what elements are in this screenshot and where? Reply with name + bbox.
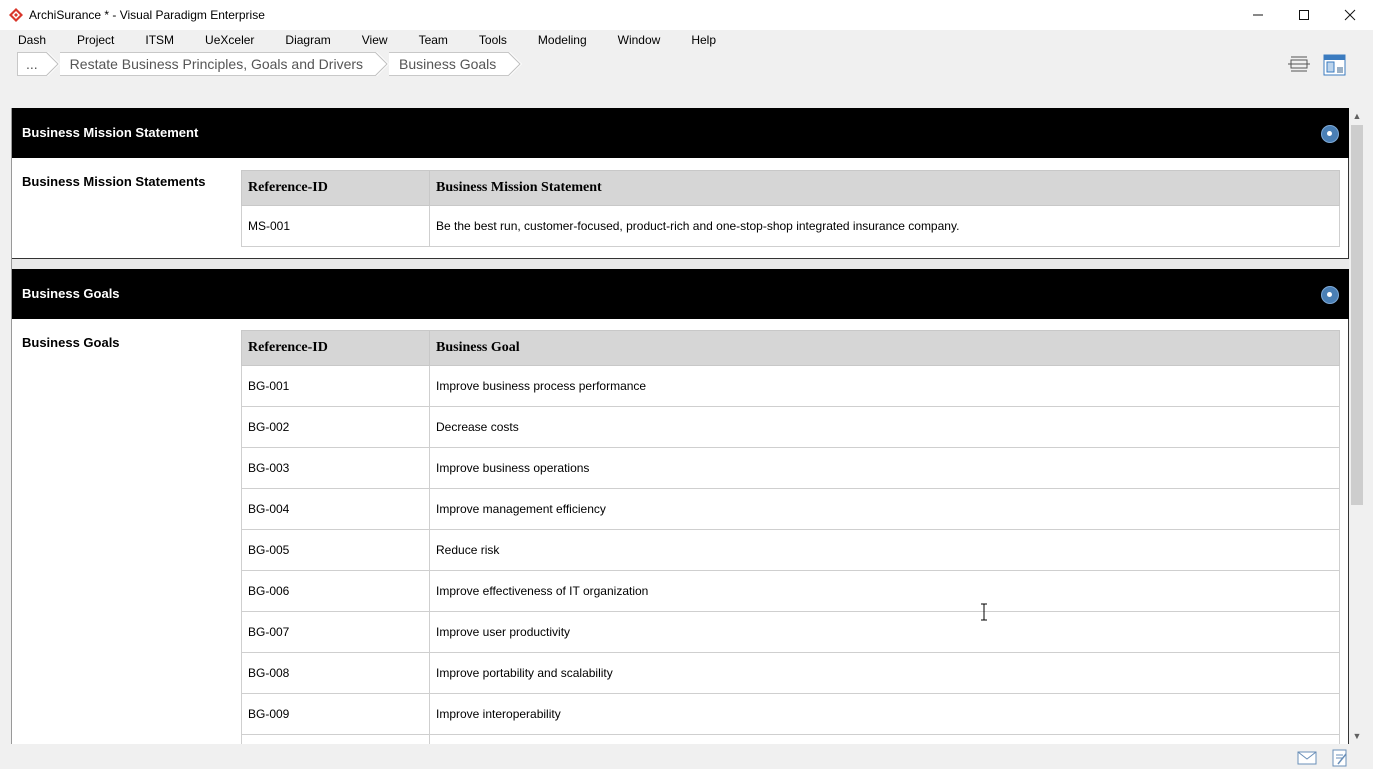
section-title: Business Mission Statement [22,125,199,140]
close-icon [1344,9,1356,21]
status-bar [0,744,1373,769]
menu-view[interactable]: View [345,30,402,51]
table-row[interactable]: BG-005 Reduce risk [241,529,1340,571]
table-header-row: Reference-ID Business Goal [241,330,1340,366]
breadcrumb-restate-business-principles[interactable]: Restate Business Principles, Goals and D… [59,52,374,76]
menu-modeling[interactable]: Modeling [521,30,601,51]
table-row[interactable] [241,734,1340,744]
section-body-mission: Business Mission Statements Reference-ID… [12,158,1349,259]
menu-itsm[interactable]: ITSM [128,30,188,51]
mission-table: Reference-ID Business Mission Statement … [241,170,1340,247]
cell-business-goal[interactable]: Improve interoperability [429,693,1340,735]
breadcrumb-ellipsis[interactable]: ... [17,52,44,76]
table-row[interactable]: BG-004 Improve management efficiency [241,488,1340,530]
section-header-goals: Business Goals [12,269,1350,319]
menu-uexceler[interactable]: UeXceler [188,30,268,51]
cell-business-goal[interactable]: Improve effectiveness of IT organization [429,570,1340,612]
section-header-mission: Business Mission Statement [12,108,1350,158]
scroll-down-arrow-icon[interactable]: ▼ [1349,728,1365,744]
column-header[interactable]: Reference-ID [241,330,430,366]
close-button[interactable] [1327,0,1373,30]
scroll-thumb[interactable] [1351,125,1363,505]
row-label: Business Mission Statements [22,174,206,189]
menu-tools[interactable]: Tools [462,30,521,51]
column-header[interactable]: Reference-ID [241,170,430,206]
cell-reference-id[interactable]: BG-007 [241,611,430,653]
window-title: ArchiSurance * - Visual Paradigm Enterpr… [29,8,265,22]
maximize-button[interactable] [1281,0,1327,30]
menu-project[interactable]: Project [60,30,128,51]
breadcrumb-chevron-icon [43,52,60,76]
canvas: Business Mission Statement Business Miss… [11,108,1350,744]
table-row[interactable]: BG-006 Improve effectiveness of IT organi… [241,570,1340,612]
pin-icon[interactable] [1321,286,1339,304]
goals-table: Reference-ID Business Goal BG-001 Improve… [241,330,1340,744]
fit-diagram-icon[interactable] [1287,54,1311,74]
menu-help[interactable]: Help [674,30,730,51]
scroll-up-arrow-icon[interactable]: ▲ [1349,108,1365,124]
column-header[interactable]: Business Mission Statement [429,170,1340,206]
table-row[interactable]: BG-007 Improve user productivity [241,611,1340,653]
cell-reference-id[interactable]: BG-002 [241,406,430,448]
cell-business-goal[interactable]: Decrease costs [429,406,1340,448]
cell-reference-id[interactable]: BG-004 [241,488,430,530]
cell-reference-id[interactable]: BG-008 [241,652,430,694]
diagram-navigator-icon[interactable] [1323,54,1347,76]
pin-icon[interactable] [1321,125,1339,143]
text-cursor-icon [981,603,987,621]
row-label: Business Goals [22,335,120,350]
column-header[interactable]: Business Goal [429,330,1340,366]
menu-dash[interactable]: Dash [0,30,60,51]
breadcrumb-chevron-icon [373,52,390,76]
title-bar: ArchiSurance * - Visual Paradigm Enterpr… [0,0,1373,30]
cell-reference-id[interactable] [241,734,430,744]
cell-business-goal[interactable]: Improve user productivity [429,611,1340,653]
cell-reference-id[interactable]: BG-009 [241,693,430,735]
table-row[interactable]: BG-002 Decrease costs [241,406,1340,448]
visual-paradigm-logo-icon [9,8,23,22]
cell-business-goal[interactable]: Improve business operations [429,447,1340,489]
cell-mission-statement[interactable]: Be the best run, customer-focused, produ… [429,205,1340,247]
vertical-scrollbar[interactable]: ▲ ▼ [1349,108,1365,744]
cell-business-goal[interactable] [429,734,1340,744]
maximize-icon [1299,10,1309,20]
menu-bar: Dash Project ITSM UeXceler Diagram View … [0,30,1373,51]
breadcrumb-business-goals[interactable]: Business Goals [389,52,507,76]
cell-reference-id[interactable]: BG-001 [241,365,430,407]
table-row[interactable]: BG-008 Improve portability and scalabilit… [241,652,1340,694]
section-body-goals: Business Goals Reference-ID Business Goa… [12,319,1349,744]
breadcrumb-bar: ... Restate Business Principles, Goals a… [0,51,1373,78]
table-row[interactable]: BG-001 Improve business process performan… [241,365,1340,407]
menu-window[interactable]: Window [601,30,675,51]
table-header-row: Reference-ID Business Mission Statement [241,170,1340,206]
minimize-button[interactable] [1235,0,1281,30]
breadcrumb-chevron-icon [506,52,523,76]
cell-business-goal[interactable]: Reduce risk [429,529,1340,571]
table-row[interactable]: MS-001 Be the best run, customer-focused… [241,205,1340,247]
cell-business-goal[interactable]: Improve business process performance [429,365,1340,407]
table-row[interactable]: BG-009 Improve interoperability [241,693,1340,735]
notes-icon[interactable] [1331,749,1349,767]
minimize-icon [1253,14,1263,16]
section-title: Business Goals [22,286,120,301]
menu-diagram[interactable]: Diagram [268,30,344,51]
cell-reference-id[interactable]: BG-006 [241,570,430,612]
cell-business-goal[interactable]: Improve management efficiency [429,488,1340,530]
menu-team[interactable]: Team [402,30,462,51]
table-row[interactable]: BG-003 Improve business operations [241,447,1340,489]
cell-reference-id[interactable]: BG-005 [241,529,430,571]
cell-reference-id[interactable]: BG-003 [241,447,430,489]
mail-icon[interactable] [1297,749,1317,765]
cell-reference-id[interactable]: MS-001 [241,205,430,247]
cell-business-goal[interactable]: Improve portability and scalability [429,652,1340,694]
breadcrumb: ... Restate Business Principles, Goals a… [17,52,523,76]
